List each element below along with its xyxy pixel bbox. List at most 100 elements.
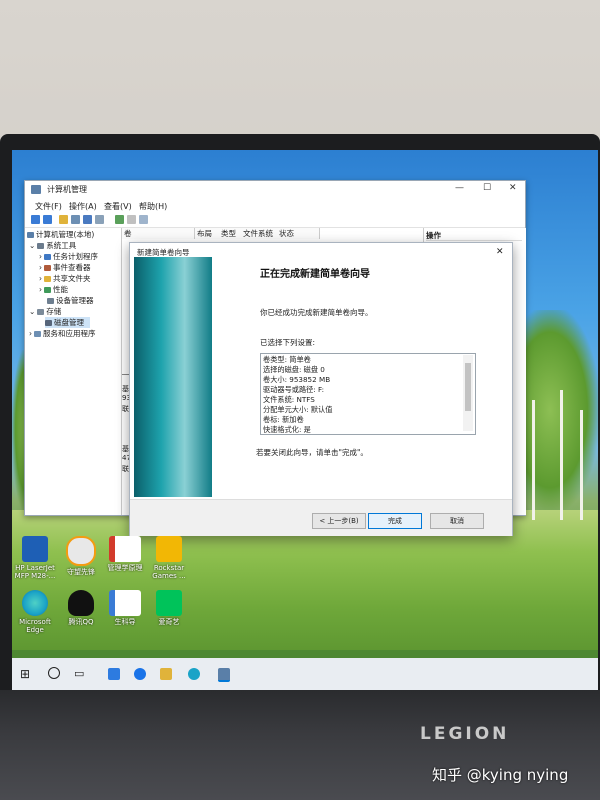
settings-scroll-thumb[interactable] <box>465 363 471 411</box>
chevron-right-icon: › <box>39 252 42 261</box>
navigation-tree: 计算机管理(本地) ⌄ 系统工具 › 任务计划程序 › 事件查看器 › 共享文件夹 › 性… <box>25 228 122 515</box>
overwatch-icon <box>66 536 96 566</box>
document-icon <box>109 536 141 562</box>
setting-line: 卷标: 新加卷 <box>263 415 304 424</box>
properties-icon[interactable] <box>95 215 104 224</box>
wallpaper-trunk <box>560 390 563 520</box>
settings-summary-box[interactable]: 卷类型: 简单卷 选择的磁盘: 磁盘 0 卷大小: 953852 MB 驱动器号… <box>260 353 476 435</box>
disk-icon <box>45 320 52 326</box>
setting-line: 快速格式化: 是 <box>263 425 311 434</box>
mgmt-title: 计算机管理 <box>47 185 87 194</box>
tree-item-shared-folders[interactable]: › 共享文件夹 <box>39 273 91 284</box>
wizard-close-button[interactable]: ✕ <box>496 247 504 257</box>
minimize-button[interactable]: — <box>455 183 464 193</box>
setting-line: 文件系统: NTFS <box>263 395 315 404</box>
wizard-heading: 正在完成新建简单卷向导 <box>260 269 370 280</box>
edit-icon[interactable] <box>127 215 136 224</box>
desktop-icon-qq[interactable]: 腾讯QQ <box>58 590 104 626</box>
console-icon[interactable] <box>71 215 80 224</box>
iqiyi-icon <box>156 590 182 616</box>
desktop-icon-biology-intro[interactable]: 生科导 <box>102 590 148 626</box>
document-icon <box>109 590 141 616</box>
wizard-banner-image <box>134 257 212 497</box>
rockstar-icon <box>156 536 182 562</box>
disk-status-fragment: 联 <box>122 405 129 413</box>
maximize-button[interactable]: ☐ <box>483 183 491 193</box>
setting-line: 选择的磁盘: 磁盘 0 <box>263 365 325 374</box>
settings-label: 已选择下列设置: <box>260 338 316 347</box>
chevron-right-icon: › <box>39 263 42 272</box>
forward-icon[interactable] <box>43 215 52 224</box>
tree-item-event-viewer[interactable]: › 事件查看器 <box>39 262 91 273</box>
disk-status-fragment: 联 <box>122 465 129 473</box>
mgmt-titlebar[interactable]: 计算机管理 — ☐ ✕ <box>25 181 525 199</box>
back-button[interactable]: < 上一步(B) <box>312 513 366 529</box>
menu-bar: 文件(F) 操作(A) 查看(V) 帮助(H) <box>25 200 525 212</box>
services-icon <box>34 331 41 337</box>
tree-item-performance[interactable]: › 性能 <box>39 284 68 295</box>
edge-taskbar-icon[interactable] <box>188 668 200 680</box>
view-icon[interactable] <box>139 215 148 224</box>
back-icon[interactable] <box>31 215 40 224</box>
tree-item-storage[interactable]: ⌄ 存储 <box>29 306 61 317</box>
desktop-screen: 计算机管理 — ☐ ✕ 文件(F) 操作(A) 查看(V) 帮助(H) 计算机管… <box>12 150 598 690</box>
menu-view[interactable]: 查看(V) <box>104 201 132 212</box>
wallpaper-trunk <box>532 400 535 520</box>
desktop-icon-management-principles[interactable]: 管理学原理 <box>102 536 148 572</box>
taskbar: ⊞ ▭ <box>12 658 598 690</box>
column-header-filesystem[interactable]: 文件系统 <box>241 228 278 239</box>
actions-header: 操作 <box>426 230 522 241</box>
mail-icon[interactable] <box>108 668 120 680</box>
windows-start-icon[interactable]: ⊞ <box>20 667 30 681</box>
tree-item-disk-management[interactable]: 磁盘管理 <box>45 317 90 328</box>
tree-item-device-manager[interactable]: 设备管理器 <box>47 295 94 306</box>
setting-line: 卷类型: 简单卷 <box>263 355 311 364</box>
printer-icon <box>22 536 48 562</box>
event-viewer-icon <box>44 265 51 271</box>
clock-icon[interactable] <box>134 668 146 680</box>
folder-icon[interactable] <box>59 215 68 224</box>
desktop-icon-rockstar[interactable]: Rockstar Games ... <box>146 536 192 580</box>
tree-item-task-scheduler[interactable]: › 任务计划程序 <box>39 251 98 262</box>
connect-icon[interactable] <box>115 215 124 224</box>
cancel-button[interactable]: 取消 <box>430 513 484 529</box>
chevron-right-icon: › <box>39 285 42 294</box>
column-header-volume[interactable]: 卷 <box>122 228 195 239</box>
menu-file[interactable]: 文件(F) <box>35 201 62 212</box>
setting-line: 卷大小: 953852 MB <box>263 375 331 384</box>
finish-instruction: 若要关闭此向导，请单击"完成"。 <box>256 448 368 457</box>
performance-icon <box>44 287 51 293</box>
search-icon[interactable] <box>48 667 60 679</box>
tree-item-computer-management[interactable]: 计算机管理(本地) <box>27 229 94 240</box>
device-manager-icon <box>47 298 54 304</box>
close-button[interactable]: ✕ <box>509 183 517 193</box>
desktop-icon-iqiyi[interactable]: 爱奇艺 <box>146 590 192 626</box>
computer-icon <box>27 232 34 238</box>
chevron-right-icon: › <box>29 329 32 338</box>
watermark: 知乎 @kying nying <box>432 766 569 784</box>
setting-line: 分配单元大小: 默认值 <box>263 405 333 414</box>
new-simple-volume-wizard: 新建简单卷向导 ✕ 正在完成新建简单卷向导 你已经成功完成新建简单卷向导。 已选… <box>129 242 513 536</box>
tree-item-system-tools[interactable]: ⌄ 系统工具 <box>29 240 76 251</box>
wizard-description: 你已经成功完成新建简单卷向导。 <box>260 308 373 317</box>
desktop-icon-edge[interactable]: Microsoft Edge <box>12 590 58 634</box>
disk-label-fragment: 基 <box>122 385 129 393</box>
desktop-icon-hp-laserjet[interactable]: HP LaserJet MFP M28-... <box>12 536 58 580</box>
chevron-down-icon: ⌄ <box>29 307 36 316</box>
desktop-icon-overwatch[interactable]: 守望先锋 <box>58 536 104 576</box>
wallpaper-trunk <box>580 410 583 520</box>
column-header-layout[interactable]: 布局 <box>195 228 220 239</box>
finish-button[interactable]: 完成 <box>368 513 422 529</box>
chevron-down-icon: ⌄ <box>29 241 36 250</box>
menu-action[interactable]: 操作(A) <box>69 201 97 212</box>
tree-item-services-apps[interactable]: › 服务和应用程序 <box>29 328 96 339</box>
storage-icon <box>37 309 45 315</box>
chevron-right-icon: › <box>39 274 42 283</box>
computer-management-taskbar-icon[interactable] <box>218 668 230 682</box>
menu-help[interactable]: 帮助(H) <box>139 201 167 212</box>
task-view-icon[interactable]: ▭ <box>74 667 84 680</box>
column-header-type[interactable]: 类型 <box>219 228 242 239</box>
column-header-status[interactable]: 状态 <box>277 228 320 239</box>
file-explorer-icon[interactable] <box>160 668 172 680</box>
help-icon[interactable] <box>83 215 92 224</box>
